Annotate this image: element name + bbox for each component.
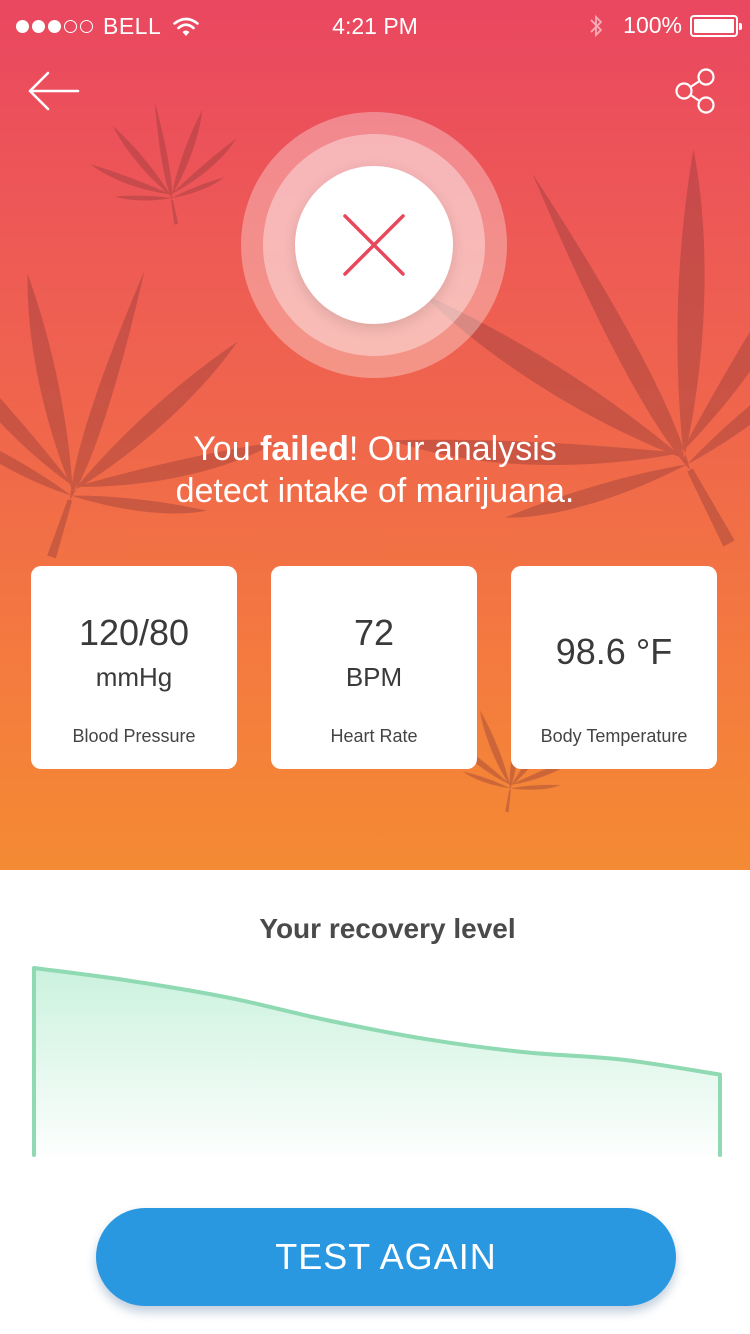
metric-value: 120/80 — [78, 612, 190, 653]
recovery-area — [34, 968, 720, 1155]
back-button[interactable] — [22, 66, 86, 116]
result-header: BELL 4:21 PM 100% You failed! Our analys… — [0, 0, 750, 870]
test-again-button[interactable]: TEST AGAIN — [96, 1208, 676, 1306]
metric-card-blood-pressure: 120/80 mmHg Blood Pressure — [31, 566, 237, 769]
metric-unit: BPM — [345, 662, 403, 692]
metric-unit: mmHg — [95, 662, 173, 692]
metric-label: Blood Pressure — [72, 726, 196, 746]
share-icon — [675, 68, 715, 114]
share-button[interactable] — [668, 66, 724, 118]
battery-percentage: 100% — [623, 12, 682, 38]
metric-label: Body Temperature — [540, 726, 688, 746]
bluetooth-icon — [590, 14, 603, 37]
metric-card-heart-rate: 72 BPM Heart Rate — [271, 566, 477, 769]
result-badge — [241, 112, 507, 378]
battery-icon — [690, 14, 742, 37]
result-message: You failed! Our analysis detect intake o… — [175, 430, 575, 510]
metric-label: Heart Rate — [330, 726, 418, 746]
failed-label: failed — [260, 430, 349, 468]
close-icon — [343, 214, 405, 276]
recovery-chart — [32, 966, 722, 1157]
metric-value: 72 — [353, 612, 395, 653]
metric-value: 98.6 °F — [555, 631, 673, 672]
metric-card-body-temperature: 98.6 °F Body Temperature — [511, 566, 717, 769]
recovery-title: Your recovery level — [259, 913, 516, 944]
arrow-left-icon — [28, 71, 80, 111]
status-bar: BELL 4:21 PM 100% — [0, 0, 750, 54]
